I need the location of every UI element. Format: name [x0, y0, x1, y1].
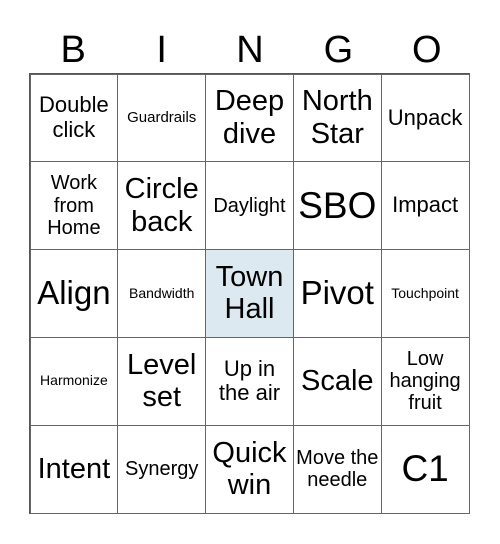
cell-label: Intent [37, 452, 111, 485]
cell-label: Impact [392, 192, 459, 218]
bingo-cell[interactable]: Work from Home [29, 161, 119, 251]
cell-label: Guardrails [127, 108, 197, 126]
cell-label: Scale [301, 365, 374, 398]
cell-label: Deep dive [214, 85, 285, 150]
header-letter-g: G [323, 29, 354, 71]
bingo-cell[interactable]: SBO [292, 161, 382, 251]
bingo-cell[interactable]: Up in the air [205, 336, 294, 426]
bingo-cell[interactable]: Pivot [292, 249, 382, 338]
bingo-cell[interactable]: Harmonize [29, 336, 119, 426]
cell-label: Touchpoint [391, 284, 459, 301]
cell-label: Unpack [387, 104, 463, 130]
cell-label: Double click [39, 92, 109, 142]
cell-label: Town Hall [215, 261, 284, 326]
bingo-cell[interactable]: Scale [292, 336, 382, 426]
cell-label: Align [37, 274, 111, 312]
cell-label: Move the needle [296, 446, 379, 492]
cell-label: Bandwidth [129, 284, 195, 301]
bingo-header: B I N G O [29, 28, 471, 72]
bingo-cell[interactable]: Low hanging fruit [380, 336, 470, 426]
bingo-cell[interactable]: Quick win [205, 424, 294, 514]
bingo-cell[interactable]: Daylight [205, 161, 294, 251]
header-letter-n: N [236, 29, 264, 71]
cell-label: Work from Home [47, 172, 101, 239]
bingo-cell[interactable]: Deep dive [205, 73, 294, 163]
free-space-cell[interactable]: Town Hall [205, 249, 294, 338]
bingo-cell[interactable]: Double click [29, 73, 119, 163]
cell-label: North Star [301, 85, 373, 150]
cell-label: SBO [298, 184, 377, 226]
header-letter-o: O [412, 29, 442, 71]
cell-label: Low hanging fruit [389, 347, 461, 415]
bingo-cell[interactable]: C1 [380, 424, 470, 514]
cell-label: C1 [401, 448, 449, 490]
header-letter-b: B [60, 29, 86, 71]
bingo-cell[interactable]: Move the needle [292, 424, 382, 514]
bingo-cell[interactable]: Touchpoint [380, 249, 470, 338]
cell-label: Level set [127, 348, 197, 414]
bingo-cell[interactable]: Level set [117, 336, 207, 426]
cell-label: Circle back [124, 173, 199, 238]
cell-label: Harmonize [40, 372, 108, 389]
cell-label: Quick win [212, 436, 287, 502]
bingo-cell[interactable]: Guardrails [117, 73, 207, 163]
bingo-cell[interactable]: Unpack [380, 73, 470, 163]
cell-label: Pivot [300, 274, 374, 312]
bingo-cell[interactable]: Align [29, 249, 119, 338]
bingo-cell[interactable]: Bandwidth [117, 249, 207, 338]
bingo-cell[interactable]: Impact [380, 161, 470, 251]
bingo-card-grid: Double click Guardrails Deep dive North Sta… [29, 73, 470, 514]
header-letter-i: I [156, 29, 167, 71]
cell-label: Daylight [213, 194, 286, 217]
bingo-cell[interactable]: North Star [292, 73, 382, 163]
cell-label: Up in the air [218, 355, 281, 406]
bingo-cell[interactable]: Synergy [117, 424, 207, 514]
bingo-cell[interactable]: Circle back [117, 161, 207, 251]
cell-label: Synergy [125, 457, 199, 480]
bingo-cell[interactable]: Intent [29, 424, 119, 514]
